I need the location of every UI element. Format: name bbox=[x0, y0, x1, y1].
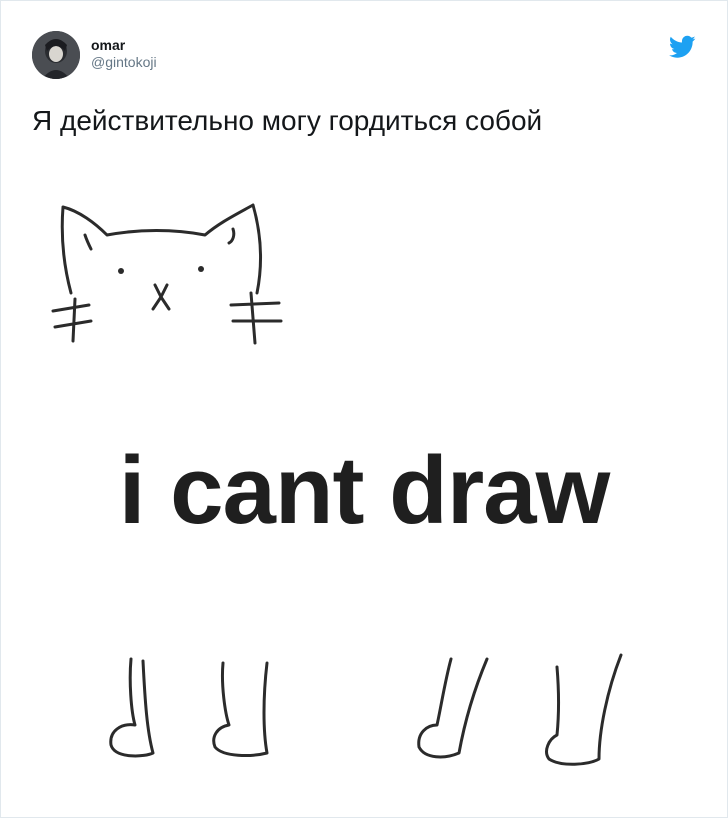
image-caption: i cant draw bbox=[118, 437, 610, 544]
cat-legs-drawing bbox=[109, 653, 623, 766]
tweet-card: omar @gintokoji Я действительно могу гор… bbox=[0, 0, 728, 818]
tweet-text: Я действительно могу гордиться собой bbox=[32, 105, 543, 136]
twitter-bird-icon[interactable] bbox=[669, 35, 696, 59]
avatar-image bbox=[32, 31, 80, 79]
author-handle[interactable]: @gintokoji bbox=[91, 54, 157, 70]
avatar[interactable] bbox=[32, 31, 80, 79]
cat-drawing bbox=[51, 203, 283, 345]
author-name[interactable]: omar bbox=[91, 37, 125, 53]
